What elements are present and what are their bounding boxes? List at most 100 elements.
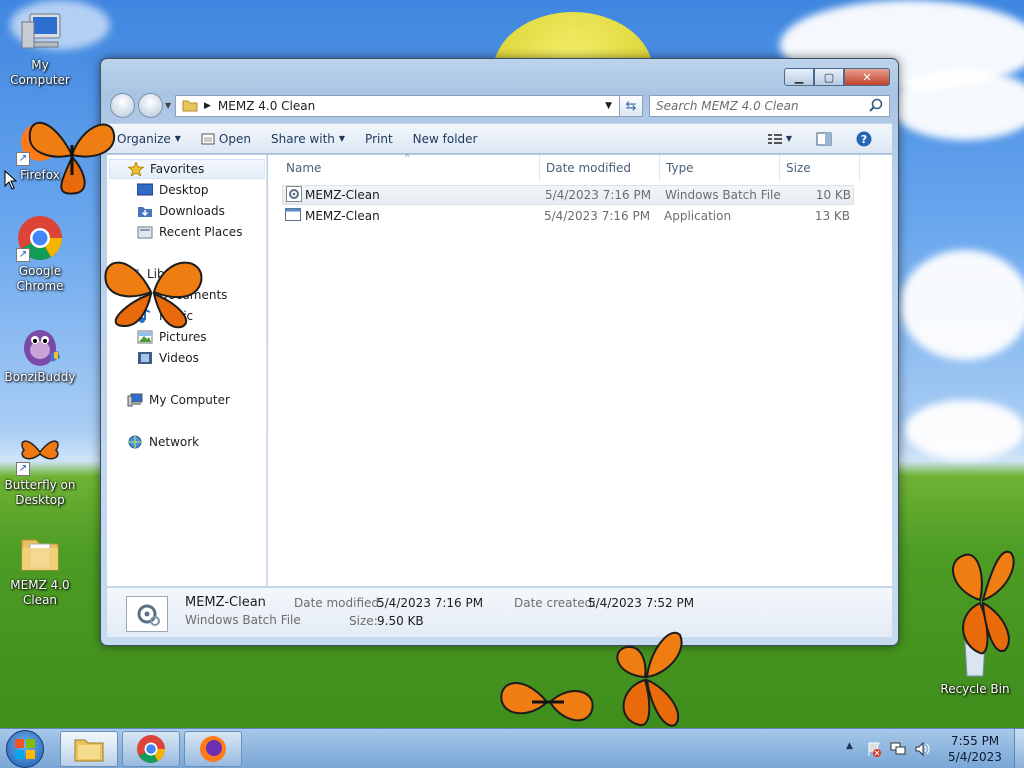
search-placeholder: Search MEMZ 4.0 Clean	[656, 99, 799, 113]
close-button[interactable]: ✕	[844, 68, 890, 86]
network-icon	[127, 435, 143, 449]
share-with-button[interactable]: Share with ▼	[261, 124, 355, 153]
show-desktop-button[interactable]	[1014, 729, 1024, 768]
chrome-icon: ↗	[16, 214, 64, 262]
volume-icon[interactable]	[914, 741, 930, 757]
clock[interactable]: 7:55 PM 5/4/2023	[940, 733, 1010, 765]
change-view-button[interactable]: ▼	[758, 133, 802, 145]
preview-pane-button[interactable]	[806, 132, 842, 146]
open-label: Open	[218, 131, 251, 146]
search-icon[interactable]	[869, 98, 883, 115]
chevron-down-icon: ▼	[174, 134, 181, 143]
file-name: MEMZ-Clean	[305, 209, 380, 223]
nav-item-network[interactable]: Network	[127, 432, 199, 452]
details-created-label: Date created:	[514, 596, 597, 610]
column-header-type[interactable]: Type	[660, 155, 780, 181]
taskbar-explorer-button[interactable]	[60, 731, 118, 767]
print-label: Print	[365, 131, 393, 146]
new-folder-button[interactable]: New folder	[403, 124, 488, 153]
taskbar: ▲ 7:55 PM 5/4/2023	[0, 728, 1024, 768]
address-path[interactable]: MEMZ 4.0 Clean	[218, 99, 315, 113]
navigation-pane: Favorites Desktop Downloads Recent Place…	[107, 155, 267, 586]
maximize-button[interactable]: ▢	[814, 68, 844, 86]
address-bar[interactable]: ▶ MEMZ 4.0 Clean ▼	[175, 95, 643, 117]
nav-label: Desktop	[159, 183, 209, 197]
show-hidden-icons-button[interactable]: ▲	[846, 741, 853, 751]
refresh-button[interactable]: ⇆	[619, 95, 643, 117]
nav-label: Network	[149, 435, 200, 449]
details-modified-label: Date modified:	[294, 596, 384, 610]
desktop-icon-bonzibuddy[interactable]: BonziBuddy	[0, 320, 80, 385]
desktop-icon-label: Butterfly on Desktop	[4, 478, 76, 507]
chevron-down-icon: ▼	[338, 134, 346, 143]
desktop-icon-label: BonziBuddy	[4, 370, 76, 384]
batch-file-gear-icon	[283, 185, 305, 205]
column-label: Name	[286, 161, 322, 175]
file-list: ^ Name Date modified Type Size MEMZ-Clea…	[268, 153, 892, 586]
taskbar-firefox-button[interactable]	[184, 731, 242, 767]
clock-date: 5/4/2023	[948, 750, 1002, 764]
column-label: Size	[786, 161, 811, 175]
svg-text:?: ?	[861, 133, 867, 146]
folder-icon	[74, 739, 104, 762]
star-icon	[127, 160, 145, 178]
explorer-window[interactable]: ▁ ▢ ✕ ▼ ▶ MEMZ 4.0 Clean ▼ ⇆ Search MEMZ…	[100, 58, 899, 646]
column-header-name[interactable]: Name	[280, 155, 540, 181]
butterfly-sprite	[104, 261, 203, 329]
action-center-flag-icon[interactable]	[866, 741, 882, 757]
open-button[interactable]: Open	[191, 124, 261, 153]
desktop-icon-google-chrome[interactable]: ↗ Google Chrome	[0, 214, 80, 294]
table-row[interactable]: MEMZ-Clean 5/4/2023 7:16 PM Windows Batc…	[282, 185, 854, 205]
column-header-date-modified[interactable]: Date modified	[540, 155, 660, 181]
forward-button[interactable]	[138, 93, 163, 118]
downloads-icon	[137, 204, 153, 218]
taskbar-chrome-button[interactable]	[122, 731, 180, 767]
folder-icon	[16, 528, 64, 576]
clock-time: 7:55 PM	[950, 734, 1000, 748]
address-dropdown-icon[interactable]: ▼	[605, 101, 612, 111]
nav-item-desktop[interactable]: Desktop	[136, 180, 209, 200]
desktop-icon	[136, 183, 154, 197]
help-button[interactable]: ?	[846, 131, 882, 147]
butterfly-icon: ↗	[16, 428, 64, 476]
caption-buttons: ▁ ▢ ✕	[784, 68, 890, 86]
butterfly-sprite	[500, 682, 594, 722]
desktop-icon-memz-folder[interactable]: MEMZ 4.0 Clean	[0, 528, 80, 608]
nav-item-videos[interactable]: Videos	[137, 348, 199, 368]
start-button[interactable]	[6, 730, 44, 768]
desktop-icon-butterfly-on-desktop[interactable]: ↗ Butterfly on Desktop	[0, 428, 80, 508]
nav-label: My Computer	[149, 393, 230, 407]
computer-icon	[127, 393, 143, 407]
desktop-icon-label: My Computer	[10, 58, 70, 87]
breadcrumb-arrow-icon[interactable]: ▶	[204, 101, 211, 111]
network-icon[interactable]	[890, 741, 906, 757]
shortcut-arrow-icon: ↗	[16, 248, 30, 262]
nav-item-my-computer[interactable]: My Computer	[127, 390, 230, 410]
help-icon: ?	[856, 131, 872, 146]
column-label: Date modified	[546, 161, 632, 175]
nav-item-recent-places[interactable]: Recent Places	[137, 222, 242, 242]
videos-icon	[137, 351, 153, 365]
table-row[interactable]: MEMZ-Clean 5/4/2023 7:16 PM Application …	[282, 206, 854, 226]
minimize-button[interactable]: ▁	[784, 68, 814, 86]
view-icon	[767, 133, 782, 144]
details-file-type: Windows Batch File	[185, 613, 301, 627]
column-header-size[interactable]: Size	[780, 155, 860, 181]
desktop-icon-my-computer[interactable]: My Computer	[0, 8, 80, 88]
preview-pane-icon	[816, 132, 832, 145]
details-created-value: 5/4/2023 7:52 PM	[588, 596, 695, 610]
new-folder-label: New folder	[412, 131, 478, 146]
batch-file-gear-icon	[126, 596, 168, 632]
file-type: Application	[664, 209, 732, 223]
desktop-icon-label: Google Chrome	[16, 264, 64, 293]
file-date: 5/4/2023 7:16 PM	[544, 209, 651, 223]
print-button[interactable]: Print	[355, 124, 403, 153]
nav-item-favorites[interactable]: Favorites	[109, 159, 265, 179]
firefox-icon	[200, 736, 226, 762]
nav-label: Favorites	[150, 162, 205, 176]
nav-item-downloads[interactable]: Downloads	[137, 201, 225, 221]
recent-pages-chevron-icon[interactable]: ▼	[165, 101, 171, 110]
shortcut-arrow-icon: ↗	[16, 462, 30, 476]
search-input[interactable]: Search MEMZ 4.0 Clean	[649, 95, 890, 117]
file-name: MEMZ-Clean	[305, 188, 380, 202]
